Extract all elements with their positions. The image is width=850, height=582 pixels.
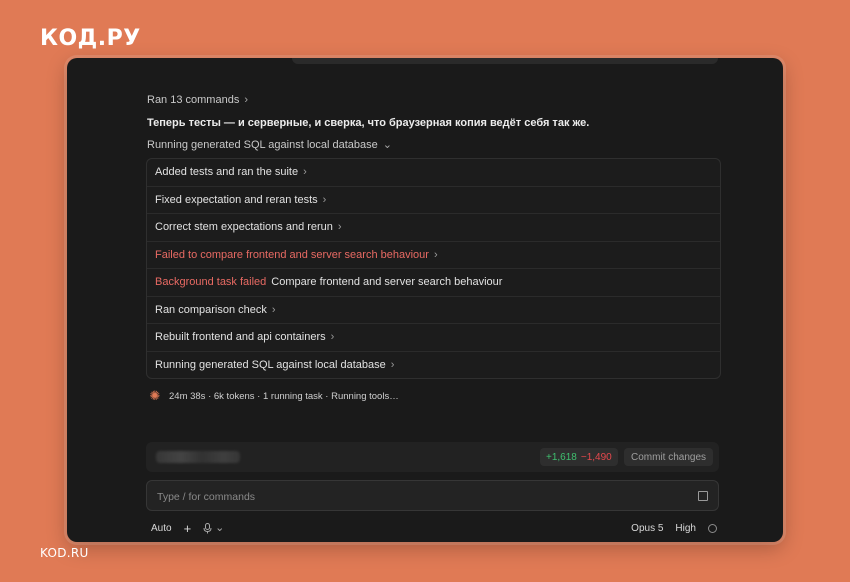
task-list: Added tests and ran the suite › Fixed ex… bbox=[146, 158, 721, 379]
task-label: Correct stem expectations and rerun bbox=[155, 221, 333, 234]
chevron-right-icon: › bbox=[433, 248, 438, 261]
running-task-label: Running generated SQL against local data… bbox=[147, 139, 378, 151]
ran-commands-label: Ran 13 commands bbox=[147, 94, 240, 106]
composer-toolbar: Auto + ⌄ Opus 5 High bbox=[151, 520, 717, 536]
ran-commands-toggle[interactable]: Ran 13 commands › bbox=[147, 94, 248, 106]
effort-selector[interactable]: High bbox=[675, 523, 696, 534]
blurred-branch-name bbox=[156, 451, 240, 463]
status-line: ✺ 24m 38s · 6k tokens · 1 running task ·… bbox=[149, 388, 399, 403]
task-label: Ran comparison check bbox=[155, 303, 267, 316]
agent-window: Ran 13 commands › Теперь тесты — и серве… bbox=[67, 58, 783, 542]
voice-input-button[interactable]: ⌄ bbox=[203, 521, 225, 534]
task-row-fixed-expectation[interactable]: Fixed expectation and reran tests › bbox=[147, 187, 720, 214]
spark-icon: ✺ bbox=[149, 388, 161, 403]
task-label: Added tests and ran the suite bbox=[155, 166, 299, 179]
chevron-right-icon: › bbox=[390, 358, 395, 371]
task-label: Rebuilt frontend and api containers bbox=[155, 331, 326, 344]
task-row-running-sql[interactable]: Running generated SQL against local data… bbox=[147, 352, 720, 379]
site-logo-bottom: KOD.RU bbox=[40, 546, 89, 560]
running-task-toggle[interactable]: Running generated SQL against local data… bbox=[147, 139, 392, 151]
plus-icon[interactable]: + bbox=[184, 522, 192, 535]
task-row-failed-compare[interactable]: Failed to compare frontend and server se… bbox=[147, 242, 720, 269]
chevron-right-icon: › bbox=[322, 193, 327, 206]
chevron-right-icon: › bbox=[271, 303, 276, 316]
model-selector[interactable]: Opus 5 bbox=[631, 523, 663, 534]
context-usage-icon[interactable] bbox=[708, 523, 717, 533]
task-label: Running generated SQL against local data… bbox=[155, 358, 386, 371]
microphone-icon bbox=[203, 522, 212, 534]
chevron-down-icon: ⌄ bbox=[215, 521, 225, 534]
task-row-background-failed[interactable]: Background task failed Compare frontend … bbox=[147, 269, 720, 297]
chevron-right-icon: › bbox=[244, 93, 248, 106]
chevron-right-icon: › bbox=[303, 166, 307, 179]
task-error-prefix: Background task failed bbox=[155, 276, 267, 289]
task-label-error: Failed to compare frontend and server se… bbox=[155, 248, 429, 261]
command-input-box[interactable] bbox=[146, 480, 719, 511]
task-row-correct-stem[interactable]: Correct stem expectations and rerun › bbox=[147, 214, 720, 242]
mode-selector[interactable]: Auto bbox=[151, 523, 172, 534]
task-row-added-tests[interactable]: Added tests and ran the suite › bbox=[147, 159, 720, 187]
commit-changes-button[interactable]: Commit changes bbox=[624, 448, 714, 466]
window-top-handle bbox=[292, 58, 718, 64]
command-input[interactable] bbox=[155, 487, 679, 507]
stop-icon[interactable] bbox=[698, 491, 708, 501]
assistant-message: Теперь тесты — и серверные, и сверка, чт… bbox=[147, 117, 590, 129]
chevron-right-icon: › bbox=[330, 331, 335, 344]
task-label: Compare frontend and server search behav… bbox=[271, 276, 503, 289]
task-row-comparison-check[interactable]: Ran comparison check › bbox=[147, 297, 720, 324]
diff-stats-badge[interactable]: +1,618 −1,490 bbox=[540, 448, 618, 466]
chevron-right-icon: › bbox=[337, 221, 342, 234]
changes-bar: +1,618 −1,490 Commit changes bbox=[146, 442, 719, 472]
status-text: 24m 38s · 6k tokens · 1 running task · R… bbox=[169, 390, 399, 402]
task-row-rebuilt-containers[interactable]: Rebuilt frontend and api containers › bbox=[147, 324, 720, 352]
diff-additions: +1,618 bbox=[546, 451, 577, 463]
diff-deletions: −1,490 bbox=[580, 451, 612, 463]
chevron-down-icon: ⌄ bbox=[382, 138, 392, 151]
task-label: Fixed expectation and reran tests bbox=[155, 193, 318, 206]
site-logo-top: КОД.РУ bbox=[40, 26, 141, 51]
